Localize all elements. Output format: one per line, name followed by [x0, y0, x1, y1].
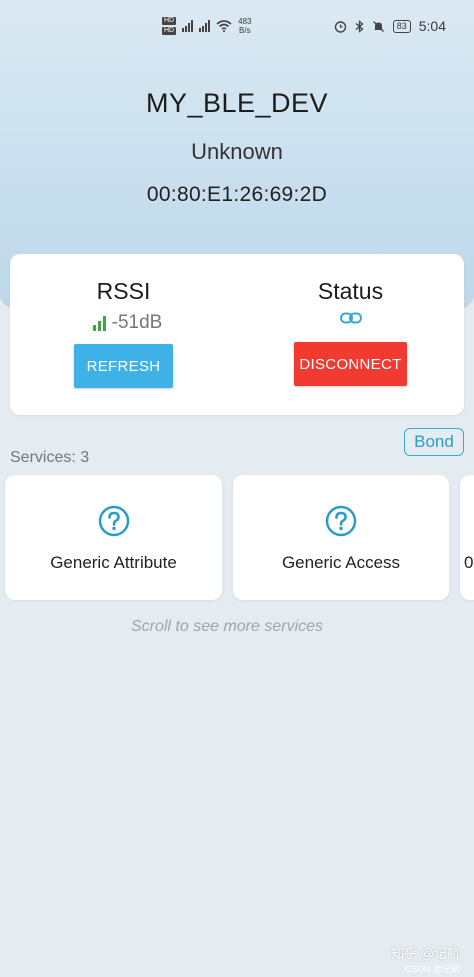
bluetooth-icon — [355, 19, 364, 33]
status-bar-right: 83 5:04 — [334, 18, 446, 34]
question-icon — [98, 505, 129, 537]
link-icon — [237, 312, 464, 326]
alarm-icon — [334, 20, 346, 33]
network-speed: 483 B/s — [238, 17, 251, 35]
speed-value: 483 — [238, 17, 252, 26]
status-bar: HD HD 483 B/s 83 5:04 — [0, 0, 474, 52]
watermark-sub: CSDN @记航 — [404, 964, 460, 974]
service-name: Generic Access — [281, 553, 401, 572]
rssi-readout: -51dB — [10, 312, 237, 334]
battery-icon: 83 — [392, 19, 411, 33]
service-card[interactable]: Generic Access — [233, 475, 449, 600]
service-card[interactable]: 0 — [460, 475, 474, 600]
device-mac-address: 00:80:E1:26:69:2D — [146, 183, 328, 206]
signal-icon-2 — [199, 20, 211, 32]
device-info-card: RSSI -51dB REFRESH Status DISCONNECT — [10, 254, 464, 415]
clock: 5:04 — [418, 18, 446, 34]
services-count: Services: 3 — [10, 449, 90, 466]
disconnect-button[interactable]: DISCONNECT — [294, 342, 407, 386]
device-type: Unknown — [191, 139, 283, 164]
bond-button[interactable]: Bond — [404, 428, 464, 456]
signal-strength-icon — [92, 315, 106, 331]
device-name: MY_BLE_DEV — [145, 88, 329, 118]
question-icon — [325, 505, 357, 537]
watermark: 知乎 @记航 — [391, 946, 460, 961]
rssi-title: RSSI — [96, 278, 151, 304]
service-name: Generic Attribute — [50, 553, 177, 572]
sim-2-label: HD — [162, 27, 177, 35]
service-card[interactable]: Generic Attribute — [5, 475, 222, 600]
service-name: 0 — [464, 553, 474, 572]
mute-icon — [372, 20, 384, 32]
sim-1-label: HD — [162, 17, 177, 25]
scroll-hint: Scroll to see more services — [130, 618, 324, 635]
signal-icon — [182, 20, 194, 32]
speed-unit: B/s — [239, 26, 251, 35]
wifi-icon — [216, 20, 232, 32]
status-title: Status — [317, 278, 384, 304]
sim-indicator: HD HD — [162, 16, 177, 36]
refresh-button[interactable]: REFRESH — [74, 344, 173, 388]
rssi-value: -51dB — [111, 312, 163, 333]
status-bar-left: HD HD 483 B/s — [162, 16, 251, 36]
